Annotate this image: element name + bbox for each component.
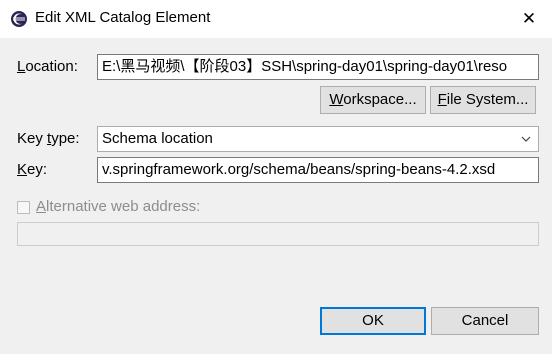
window-title: Edit XML Catalog Element — [35, 9, 211, 26]
key-type-selected: Schema location — [102, 130, 213, 147]
alternative-web-address-checkbox[interactable] — [17, 201, 30, 214]
key-type-label-rest: ype: — [51, 130, 80, 147]
cancel-label: Cancel — [461, 312, 509, 329]
filesystem-accel: F — [437, 91, 447, 108]
key-type-label-pre: Key — [17, 130, 48, 147]
alternative-web-address-label: Alternative web address: — [36, 198, 200, 215]
close-button[interactable]: ✕ — [506, 0, 552, 38]
workspace-accel: W — [329, 91, 344, 108]
ok-label: OK — [362, 312, 384, 329]
title-bar: Edit XML Catalog Element ✕ — [0, 0, 552, 38]
alt-web-label-rest: lternative web address: — [46, 198, 201, 215]
key-type-select[interactable]: Schema location — [97, 126, 539, 152]
key-label-accel: K — [17, 161, 28, 178]
location-input[interactable]: E:\黑马视频\【阶段03】SSH\spring-day01\spring-da… — [97, 54, 539, 80]
ok-button[interactable]: OK — [320, 307, 426, 335]
key-input[interactable]: v.springframework.org/schema/beans/sprin… — [97, 157, 539, 183]
file-system-button[interactable]: File System... — [430, 86, 536, 114]
key-type-label: Key type: — [17, 130, 80, 147]
key-label: Key: — [17, 161, 47, 178]
workspace-label: orkspace... — [343, 91, 417, 108]
eclipse-app-icon — [11, 11, 27, 27]
chevron-down-icon — [521, 136, 531, 142]
key-value: v.springframework.org/schema/beans/sprin… — [102, 161, 496, 178]
close-icon: ✕ — [521, 9, 537, 28]
key-label-rest: ey: — [27, 161, 48, 178]
location-value: E:\黑马视频\【阶段03】SSH\spring-day01\spring-da… — [102, 58, 508, 75]
location-label: Location: — [17, 58, 78, 75]
location-label-rest: ocation: — [25, 58, 78, 75]
alt-web-label-accel: A — [36, 198, 47, 215]
cancel-button[interactable]: Cancel — [431, 307, 539, 335]
alternative-web-address-input[interactable] — [17, 222, 539, 246]
filesystem-label: ile System... — [446, 91, 529, 108]
workspace-button[interactable]: Workspace... — [320, 86, 426, 114]
